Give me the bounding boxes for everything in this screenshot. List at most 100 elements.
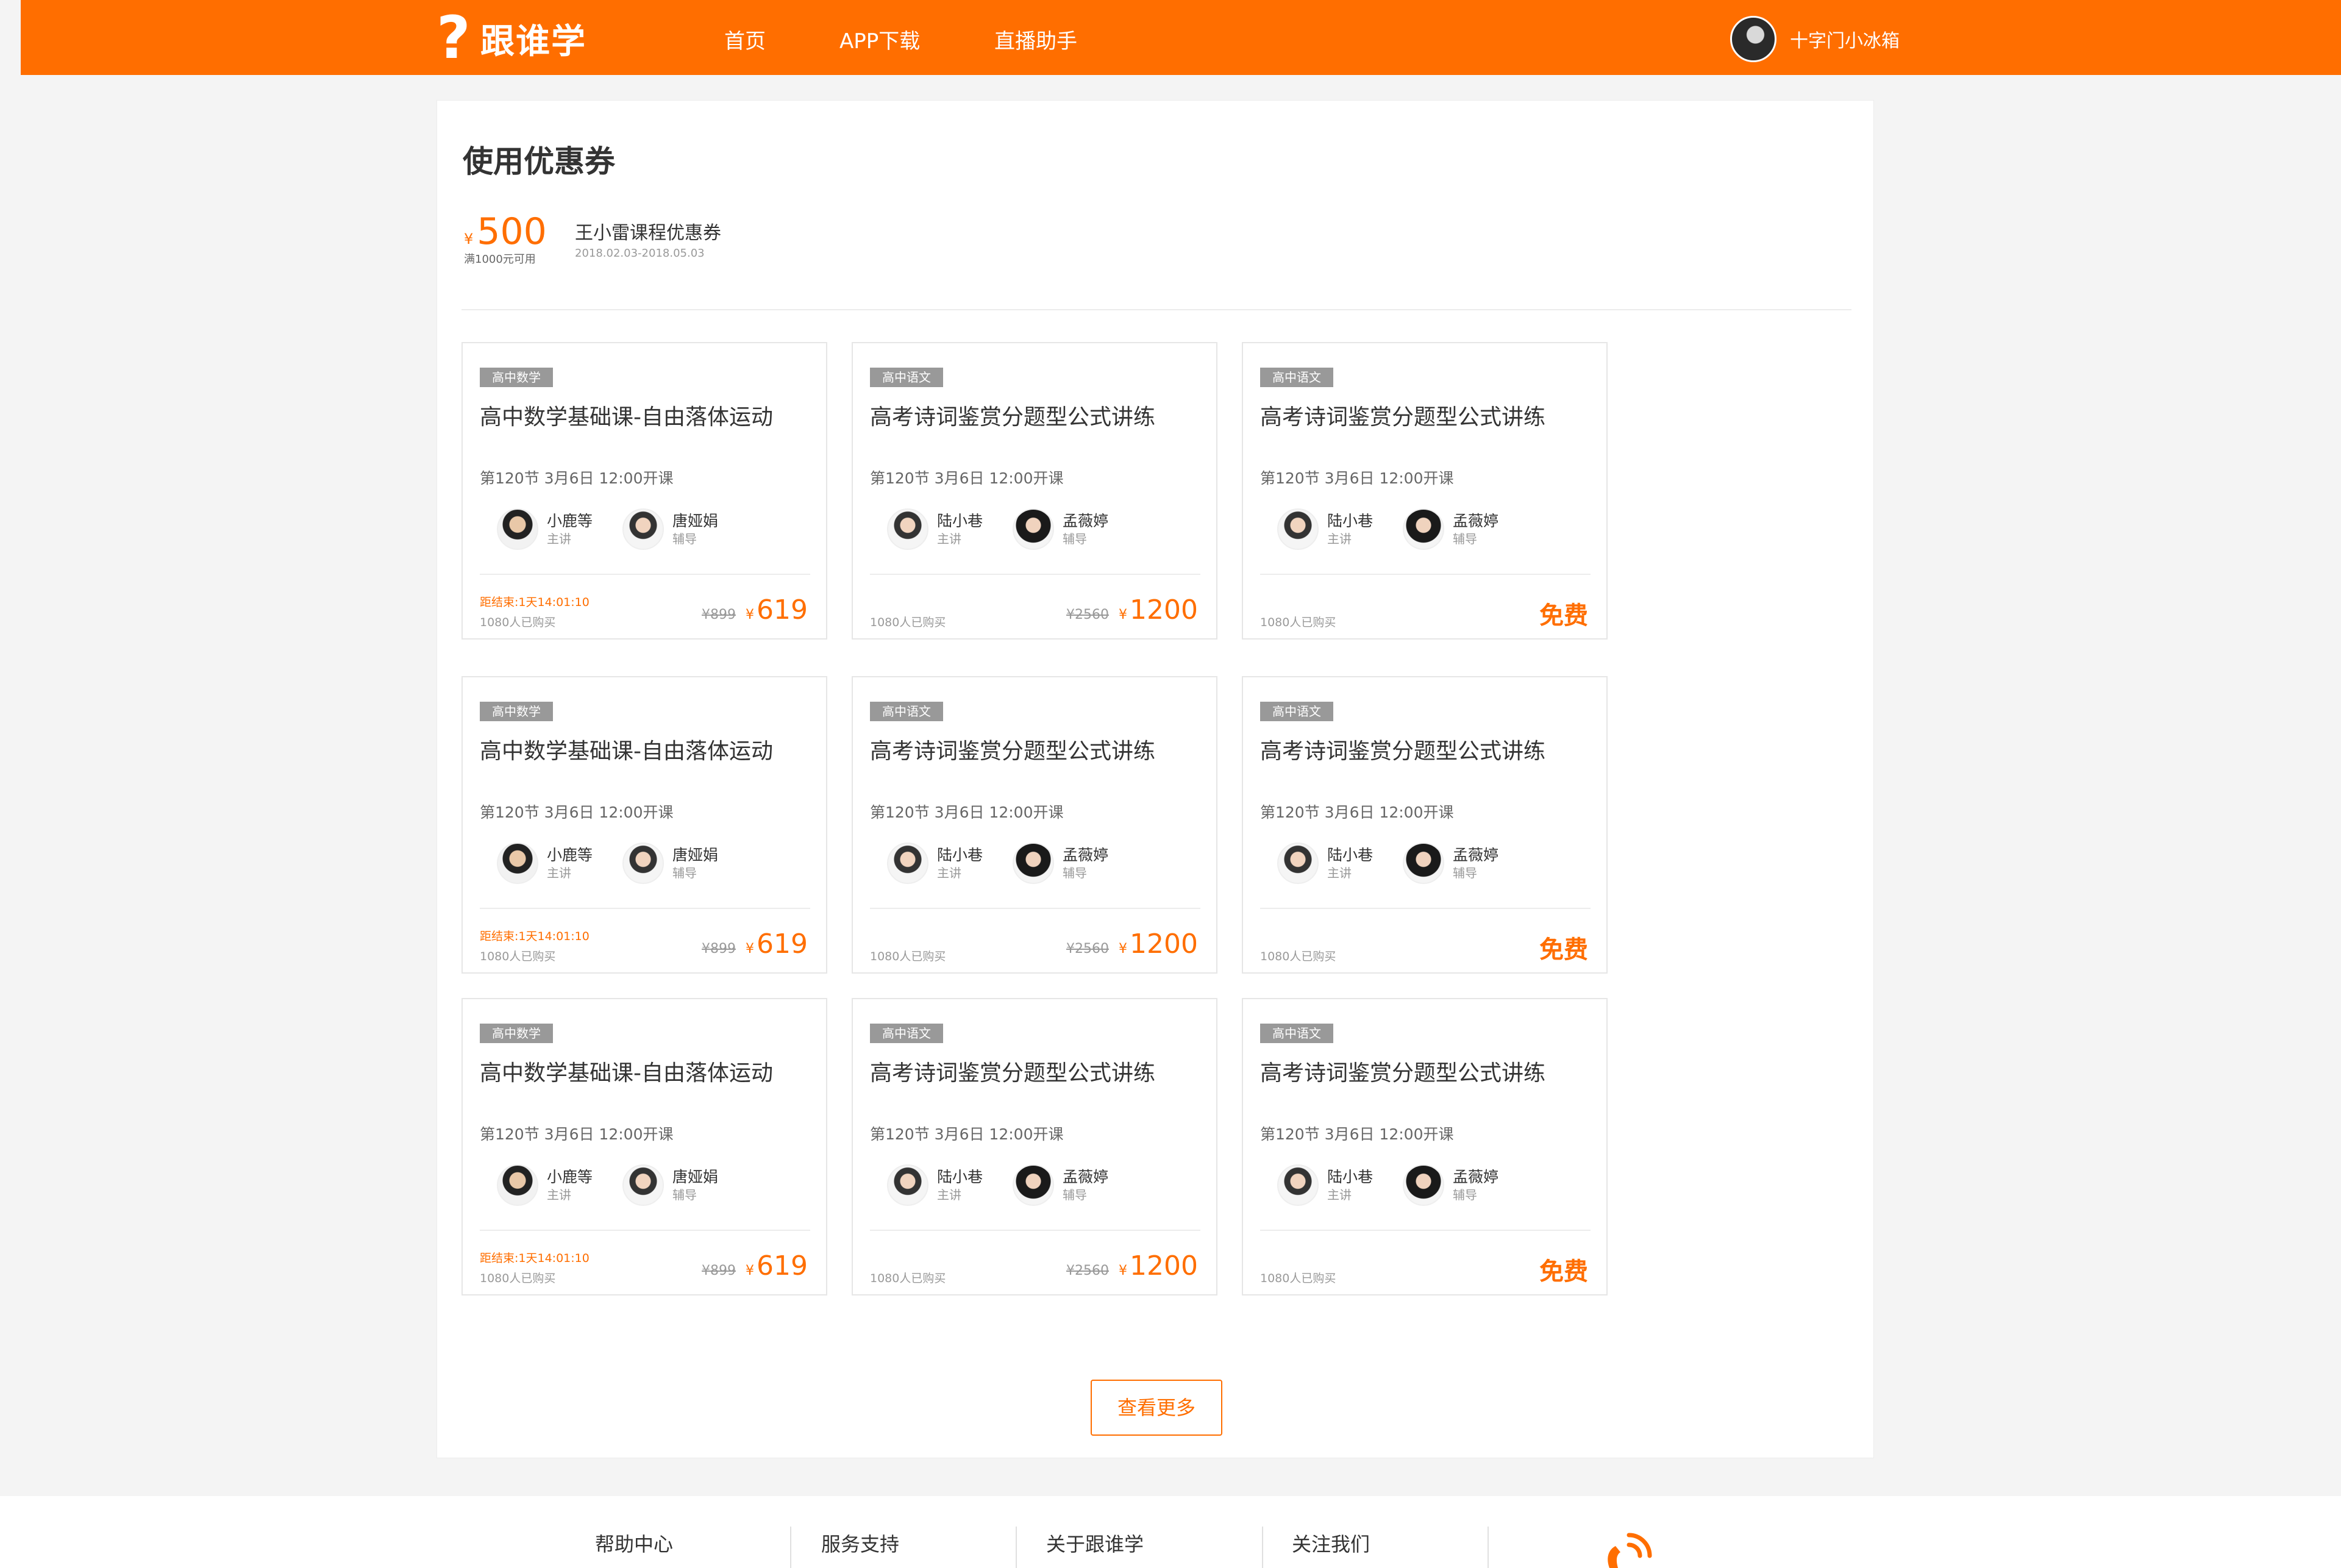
course-title[interactable]: 高中数学基础课-自由落体运动 bbox=[480, 399, 773, 431]
price-currency: ¥ bbox=[1119, 941, 1128, 957]
teacher-name: 孟薇婷 bbox=[1063, 1168, 1109, 1186]
price: ¥899 ¥ 619 bbox=[702, 1250, 808, 1281]
teacher-name: 陆小巷 bbox=[937, 512, 983, 530]
course-title[interactable]: 高考诗词鉴赏分题型公式讲练 bbox=[870, 733, 1155, 765]
avatar bbox=[1013, 508, 1054, 550]
teacher-role: 辅导 bbox=[672, 532, 697, 546]
teacher-name: 唐娅娟 bbox=[672, 1168, 719, 1186]
card-divider bbox=[870, 574, 1200, 575]
course-schedule: 第120节 3月6日 12:00开课 bbox=[1260, 804, 1454, 821]
avatar bbox=[497, 1164, 538, 1206]
teacher-name: 陆小巷 bbox=[1327, 1168, 1374, 1186]
nav-app-download[interactable]: APP下载 bbox=[839, 24, 920, 54]
course-card[interactable]: 高中语文 高考诗词鉴赏分题型公式讲练 第120节 3月6日 12:00开课 陆小巷 … bbox=[852, 998, 1217, 1295]
course-card[interactable]: 高中数学 高中数学基础课-自由落体运动 第120节 3月6日 12:00开课 小鹿等… bbox=[461, 676, 827, 974]
coupon-currency: ¥ bbox=[464, 230, 474, 248]
subject-tag: 高中语文 bbox=[870, 1024, 943, 1043]
current-price: 1200 bbox=[1130, 928, 1198, 960]
avatar bbox=[1403, 1164, 1444, 1206]
price: ¥2560 ¥ 1200 bbox=[1066, 1250, 1198, 1281]
original-price: ¥2560 bbox=[1066, 941, 1110, 957]
course-title[interactable]: 高中数学基础课-自由落体运动 bbox=[480, 733, 773, 765]
course-schedule: 第120节 3月6日 12:00开课 bbox=[870, 804, 1064, 821]
coupon-date-range: 2018.02.03-2018.05.03 bbox=[575, 247, 705, 260]
subject-tag: 高中数学 bbox=[480, 368, 553, 387]
teacher-role: 主讲 bbox=[937, 1188, 961, 1202]
footer-divider bbox=[1488, 1527, 1489, 1568]
teacher-name: 孟薇婷 bbox=[1453, 1168, 1499, 1186]
purchase-count: 1080人已购买 bbox=[870, 950, 946, 963]
course-title[interactable]: 高中数学基础课-自由落体运动 bbox=[480, 1055, 773, 1087]
avatar bbox=[1403, 508, 1444, 550]
course-schedule: 第120节 3月6日 12:00开课 bbox=[480, 804, 674, 821]
countdown: 距结束:1天14:01:10 bbox=[480, 1252, 590, 1265]
purchase-count: 1080人已购买 bbox=[1260, 1272, 1336, 1285]
course-card[interactable]: 高中数学 高中数学基础课-自由落体运动 第120节 3月6日 12:00开课 小鹿等… bbox=[461, 342, 827, 640]
avatar[interactable] bbox=[1730, 16, 1776, 62]
course-card[interactable]: 高中语文 高考诗词鉴赏分题型公式讲练 第120节 3月6日 12:00开课 陆小巷 … bbox=[852, 342, 1217, 640]
course-card[interactable]: 高中语文 高考诗词鉴赏分题型公式讲练 第120节 3月6日 12:00开课 陆小巷 … bbox=[1242, 676, 1608, 974]
avatar bbox=[1013, 843, 1054, 884]
course-title[interactable]: 高考诗词鉴赏分题型公式讲练 bbox=[1260, 1055, 1545, 1087]
price-currency: ¥ bbox=[746, 1263, 755, 1278]
site-logo[interactable]: ? 跟谁学 bbox=[436, 4, 586, 72]
teacher-role: 辅导 bbox=[1453, 866, 1477, 880]
teacher-role: 辅导 bbox=[1063, 532, 1087, 546]
avatar bbox=[497, 508, 538, 550]
course-card[interactable]: 高中语文 高考诗词鉴赏分题型公式讲练 第120节 3月6日 12:00开课 陆小巷 … bbox=[852, 676, 1217, 974]
footer-link-service-support[interactable]: 服务支持 bbox=[821, 1529, 899, 1557]
course-card[interactable]: 高中语文 高考诗词鉴赏分题型公式讲练 第120节 3月6日 12:00开课 陆小巷 … bbox=[1242, 998, 1608, 1295]
view-more-button[interactable]: 查看更多 bbox=[1091, 1380, 1222, 1436]
free-label: 免费 bbox=[1539, 1258, 1588, 1286]
original-price: ¥899 bbox=[702, 941, 736, 957]
subject-tag: 高中语文 bbox=[1260, 368, 1333, 387]
purchase-count: 1080人已购买 bbox=[1260, 950, 1336, 963]
teacher: 孟薇婷 辅导 bbox=[1013, 841, 1108, 886]
teacher-name: 孟薇婷 bbox=[1453, 512, 1499, 530]
course-schedule: 第120节 3月6日 12:00开课 bbox=[870, 469, 1064, 487]
teacher-role: 主讲 bbox=[937, 532, 961, 546]
course-title[interactable]: 高考诗词鉴赏分题型公式讲练 bbox=[1260, 399, 1545, 431]
teacher: 陆小巷 主讲 bbox=[1277, 841, 1373, 886]
teacher: 孟薇婷 辅导 bbox=[1013, 1163, 1108, 1208]
purchase-count: 1080人已购买 bbox=[1260, 616, 1336, 629]
current-price: 1200 bbox=[1130, 1250, 1198, 1281]
current-price: 619 bbox=[757, 928, 808, 960]
footer-divider bbox=[790, 1527, 791, 1568]
question-mark-logo-icon: ? bbox=[436, 4, 471, 72]
main-panel: 使用优惠券 ¥ 500 满1000元可用 王小雷课程优惠券 2018.02.03… bbox=[436, 100, 1874, 1458]
coupon-condition: 满1000元可用 bbox=[464, 253, 536, 266]
footer-link-follow-us[interactable]: 关注我们 bbox=[1292, 1529, 1370, 1557]
user-name[interactable]: 十字门小冰箱 bbox=[1790, 26, 1900, 52]
footer-link-about[interactable]: 关于跟谁学 bbox=[1046, 1529, 1144, 1557]
course-card[interactable]: 高中数学 高中数学基础课-自由落体运动 第120节 3月6日 12:00开课 小鹿等… bbox=[461, 998, 827, 1295]
avatar bbox=[887, 1164, 928, 1206]
divider bbox=[461, 309, 1851, 310]
user-menu[interactable]: 十字门小冰箱 bbox=[1730, 16, 1900, 62]
card-divider bbox=[480, 908, 810, 909]
original-price: ¥2560 bbox=[1066, 607, 1110, 622]
avatar bbox=[887, 843, 928, 884]
free-label: 免费 bbox=[1539, 602, 1588, 630]
teacher-name: 唐娅娟 bbox=[672, 846, 719, 864]
current-price: 619 bbox=[757, 594, 808, 625]
avatar bbox=[1403, 843, 1444, 884]
teacher-role: 辅导 bbox=[1063, 866, 1087, 880]
teacher-role: 辅导 bbox=[1453, 1188, 1477, 1202]
nav-live-assistant[interactable]: 直播助手 bbox=[994, 24, 1077, 54]
subject-tag: 高中语文 bbox=[870, 702, 943, 721]
course-title[interactable]: 高考诗词鉴赏分题型公式讲练 bbox=[870, 399, 1155, 431]
teacher-role: 主讲 bbox=[1327, 866, 1352, 880]
coupon-value: 500 bbox=[477, 210, 547, 253]
footer-divider bbox=[1262, 1527, 1263, 1568]
footer-link-help-center[interactable]: 帮助中心 bbox=[595, 1529, 673, 1557]
subject-tag: 高中语文 bbox=[1260, 1024, 1333, 1043]
teacher: 孟薇婷 辅导 bbox=[1403, 507, 1498, 552]
teacher-name: 孟薇婷 bbox=[1063, 846, 1109, 864]
course-title[interactable]: 高考诗词鉴赏分题型公式讲练 bbox=[870, 1055, 1155, 1087]
course-title[interactable]: 高考诗词鉴赏分题型公式讲练 bbox=[1260, 733, 1545, 765]
course-card[interactable]: 高中语文 高考诗词鉴赏分题型公式讲练 第120节 3月6日 12:00开课 陆小巷 … bbox=[1242, 342, 1608, 640]
footer-divider bbox=[1016, 1527, 1017, 1568]
footer: 帮助中心 服务支持 关于跟谁学 关注我们 bbox=[0, 1496, 2341, 1568]
nav-home[interactable]: 首页 bbox=[724, 24, 766, 54]
